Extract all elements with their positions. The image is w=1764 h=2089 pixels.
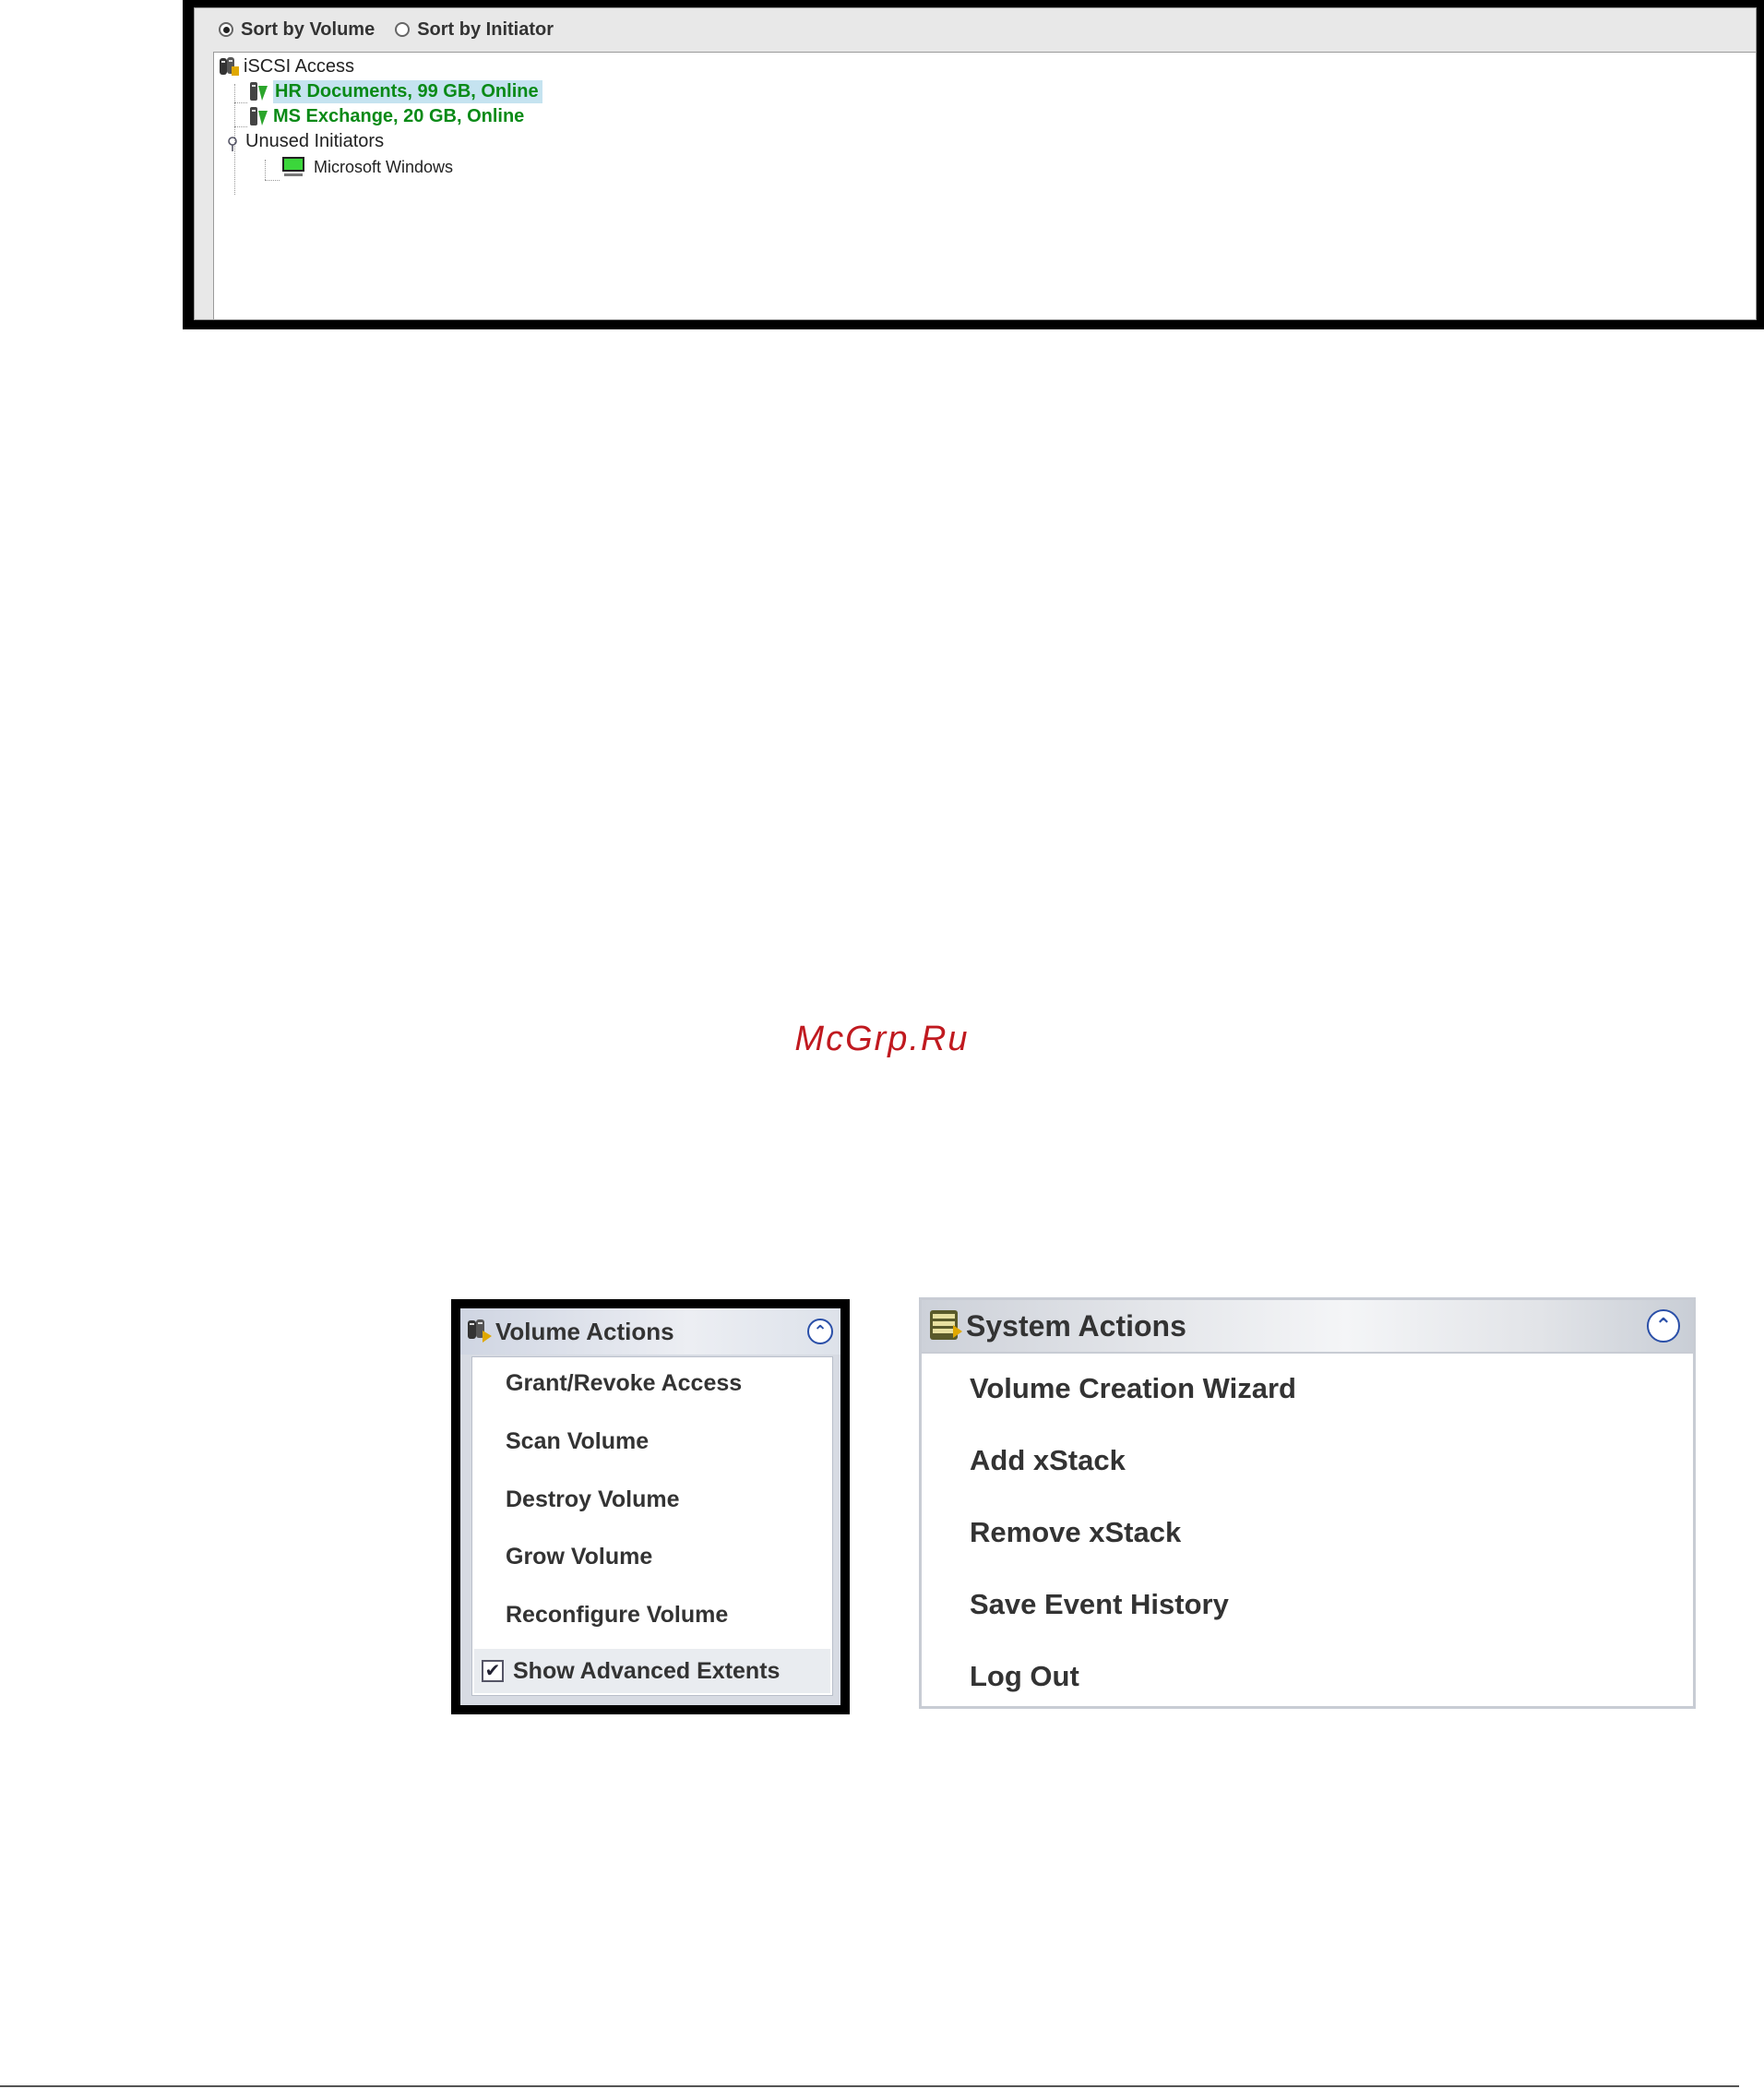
grant-revoke-access-action[interactable]: Grant/Revoke Access (506, 1370, 742, 1397)
radio-selected-icon (219, 22, 233, 37)
system-actions-menu: Volume Creation Wizard Add xStack Remove… (922, 1352, 1693, 1706)
watermark-text: McGrp.Ru (794, 1020, 970, 1058)
iscsi-access-panel: Sort by Volume Sort by Initiator iSCSI A… (183, 0, 1764, 329)
sort-by-initiator-label: Sort by Initiator (417, 18, 554, 40)
tree-node-initiator[interactable]: Microsoft Windows (280, 154, 453, 180)
tree-node-volume[interactable]: MS Exchange, 20 GB, Online (247, 103, 524, 129)
sort-options-bar: Sort by Volume Sort by Initiator (195, 8, 1756, 51)
tree-connector (234, 126, 247, 127)
volume-actions-panel: Volume Actions ⌃ Grant/Revoke Access Sca… (451, 1299, 850, 1714)
tree-node-label: Unused Initiators (245, 130, 385, 151)
collapse-up-icon[interactable]: ⌃ (807, 1319, 833, 1344)
sort-by-volume-label: Sort by Volume (241, 18, 375, 40)
volume-group-icon (466, 1318, 494, 1345)
tree-connector (265, 180, 280, 181)
tree-node-iscsi-access[interactable]: iSCSI Access (218, 53, 354, 80)
volume-label: HR Documents, 99 GB, Online (273, 79, 542, 103)
show-advanced-extents-label: Show Advanced Extents (513, 1657, 781, 1684)
reconfigure-volume-action[interactable]: Reconfigure Volume (506, 1602, 728, 1629)
tree-expand-handle-icon[interactable] (227, 136, 238, 151)
access-tree[interactable]: iSCSI Access HR Documents, 99 GB, Online (213, 52, 1756, 319)
add-xstack-action[interactable]: Add xStack (970, 1444, 1126, 1477)
system-actions-header[interactable]: System Actions ⌃ (922, 1300, 1693, 1352)
volume-creation-wizard-action[interactable]: Volume Creation Wizard (970, 1372, 1296, 1405)
destroy-volume-action[interactable]: Destroy Volume (506, 1486, 679, 1513)
tree-node-label: iSCSI Access (244, 55, 355, 77)
volume-label: MS Exchange, 20 GB, Online (273, 105, 525, 126)
remove-xstack-action[interactable]: Remove xStack (970, 1516, 1181, 1549)
radio-unselected-icon (395, 22, 411, 37)
tree-node-unused-initiators[interactable]: Unused Initiators (227, 128, 384, 154)
volume-actions-menu: Grant/Revoke Access Scan Volume Destroy … (471, 1356, 833, 1696)
computer-icon (280, 156, 306, 178)
volume-icon (247, 105, 269, 127)
volume-icon (247, 80, 269, 102)
collapse-up-icon[interactable]: ⌃ (1647, 1309, 1680, 1343)
iscsi-access-panel-inner: Sort by Volume Sort by Initiator iSCSI A… (194, 7, 1757, 320)
tree-connector (234, 102, 247, 103)
sort-by-volume-radio[interactable]: Sort by Volume (219, 19, 375, 41)
tree-node-label: Microsoft Windows (314, 157, 454, 176)
sort-by-initiator-radio[interactable]: Sort by Initiator (395, 19, 554, 41)
volume-actions-title: Volume Actions (495, 1317, 674, 1345)
checkbox-checked-icon[interactable]: ✔ (482, 1660, 504, 1682)
log-out-action[interactable]: Log Out (970, 1660, 1079, 1693)
volume-actions-panel-inner: Volume Actions ⌃ Grant/Revoke Access Sca… (460, 1308, 840, 1705)
system-actions-panel: System Actions ⌃ Volume Creation Wizard … (919, 1297, 1696, 1709)
tree-node-volume[interactable]: HR Documents, 99 GB, Online (247, 78, 542, 104)
system-actions-title: System Actions (966, 1308, 1186, 1343)
page-bottom-rule (0, 2085, 1739, 2087)
scan-volume-action[interactable]: Scan Volume (506, 1428, 649, 1455)
show-advanced-extents-toggle[interactable]: ✔ Show Advanced Extents (474, 1649, 830, 1693)
volume-group-icon (218, 55, 240, 78)
volume-actions-header[interactable]: Volume Actions ⌃ (460, 1308, 840, 1355)
tree-connector (265, 160, 266, 180)
save-event-history-action[interactable]: Save Event History (970, 1588, 1229, 1621)
grow-volume-action[interactable]: Grow Volume (506, 1544, 652, 1570)
server-icon (927, 1308, 964, 1343)
